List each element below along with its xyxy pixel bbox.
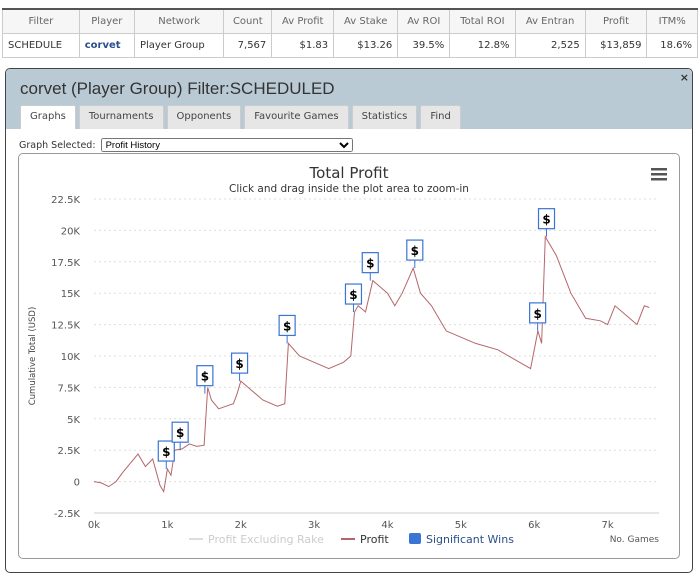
y-tick-label: 17.5K [51,258,80,269]
column-header[interactable]: Av Entran [514,8,586,34]
player-link[interactable]: corvet [85,40,121,51]
legend-significant-wins: Significant Wins [426,533,514,546]
x-tick-label: 5k [455,520,467,531]
tab-opponents[interactable]: Opponents [166,105,242,129]
column-header[interactable]: Av Stake [333,8,399,34]
tab-statistics[interactable]: Statistics [351,105,418,129]
table-cell: Player Group [133,33,225,58]
dollar-icon: $ [542,213,550,227]
graph-select[interactable]: Profit History [100,138,353,152]
chart-title: Total Profit [309,164,389,182]
graph-selected-label: Graph Selected: [19,140,96,151]
table-cell: 18.6% [646,33,698,58]
y-tick-label: 20K [61,226,81,237]
column-header[interactable]: ITM% [646,8,698,34]
column-header[interactable]: Total ROI [449,8,516,34]
dollar-icon: $ [349,288,357,302]
legend-profit: Profit [360,533,389,546]
column-header[interactable]: Network [133,8,225,34]
graph-selector: Graph Selected: Profit History [19,138,353,152]
y-tick-label: 0 [74,478,80,489]
x-axis-label: No. Games [610,535,660,545]
table-cell: corvet [78,33,135,58]
dollar-icon: $ [201,370,209,384]
table-cell: $13,859 [584,33,648,58]
tab-bar: Graphs Tournaments Opponents Favourite Game… [20,105,461,129]
tab-find[interactable]: Find [420,105,461,129]
y-tick-label: 12.5K [51,321,80,332]
y-tick-label: -2.5K [54,509,81,520]
table-cell: 7,567 [223,33,273,58]
profit-line [93,234,650,494]
x-tick-label: 2k [235,520,247,531]
menu-icon [651,178,667,181]
menu-icon [651,173,667,176]
table-cell: $13.26 [333,33,399,58]
column-header[interactable]: Player [78,8,135,34]
tab-tournaments[interactable]: Tournaments [78,105,164,129]
y-tick-label: 15K [61,289,81,300]
profit-chart[interactable]: Total ProfitClick and drag inside the pl… [19,154,679,558]
x-tick-label: 6k [528,520,540,531]
tab-graphs[interactable]: Graphs [20,105,76,129]
column-header[interactable]: Av Profit [271,8,335,34]
dollar-icon: $ [533,307,541,321]
dollar-icon: $ [366,257,374,271]
column-header[interactable]: Filter [2,8,80,34]
y-tick-label: 2.5K [58,446,81,457]
column-header[interactable]: Count [223,8,273,34]
chart-container: Total Profit Click and drag inside the pl… [18,153,680,559]
legend-excl-rake: Profit Excluding Rake [208,533,324,546]
dollar-icon: $ [235,357,243,371]
column-header[interactable]: Av ROI [397,8,451,34]
x-tick-label: 0k [88,520,100,531]
tab-favourite-games[interactable]: Favourite Games [244,105,349,129]
y-tick-label: 7.5K [58,383,81,394]
y-tick-label: 22.5K [51,195,80,206]
stats-table: Filter Player Network Count Av Profit Av Stak… [2,8,698,58]
close-icon[interactable]: × [680,71,689,84]
y-tick-label: 10K [61,352,81,363]
table-cell: 12.8% [449,33,516,58]
x-tick-label: 4k [381,520,393,531]
x-tick-label: 3k [308,520,320,531]
legend-wins-swatch [409,533,421,544]
player-modal: corvet (Player Group) Filter:SCHEDULED ×… [5,68,693,573]
table-cell: 2,525 [514,33,586,58]
x-tick-label: 1k [161,520,173,531]
dollar-icon: $ [411,244,419,258]
y-tick-label: 5K [67,415,80,426]
modal-title: corvet (Player Group) Filter:SCHEDULED [20,79,335,98]
menu-icon [651,168,667,171]
chart-subtitle: Click and drag inside the plot area to z… [229,183,469,195]
y-axis-label: Cumulative Total (USD) [28,307,38,406]
dollar-icon: $ [176,426,184,440]
dollar-icon: $ [162,445,170,459]
dollar-icon: $ [283,319,291,333]
table-cell: 39.5% [397,33,451,58]
column-header[interactable]: Profit [584,8,648,34]
modal-header: corvet (Player Group) Filter:SCHEDULED ×… [6,69,692,129]
table-cell: SCHEDULE [2,33,80,58]
x-tick-label: 7k [602,520,614,531]
table-cell: $1.83 [271,33,335,58]
